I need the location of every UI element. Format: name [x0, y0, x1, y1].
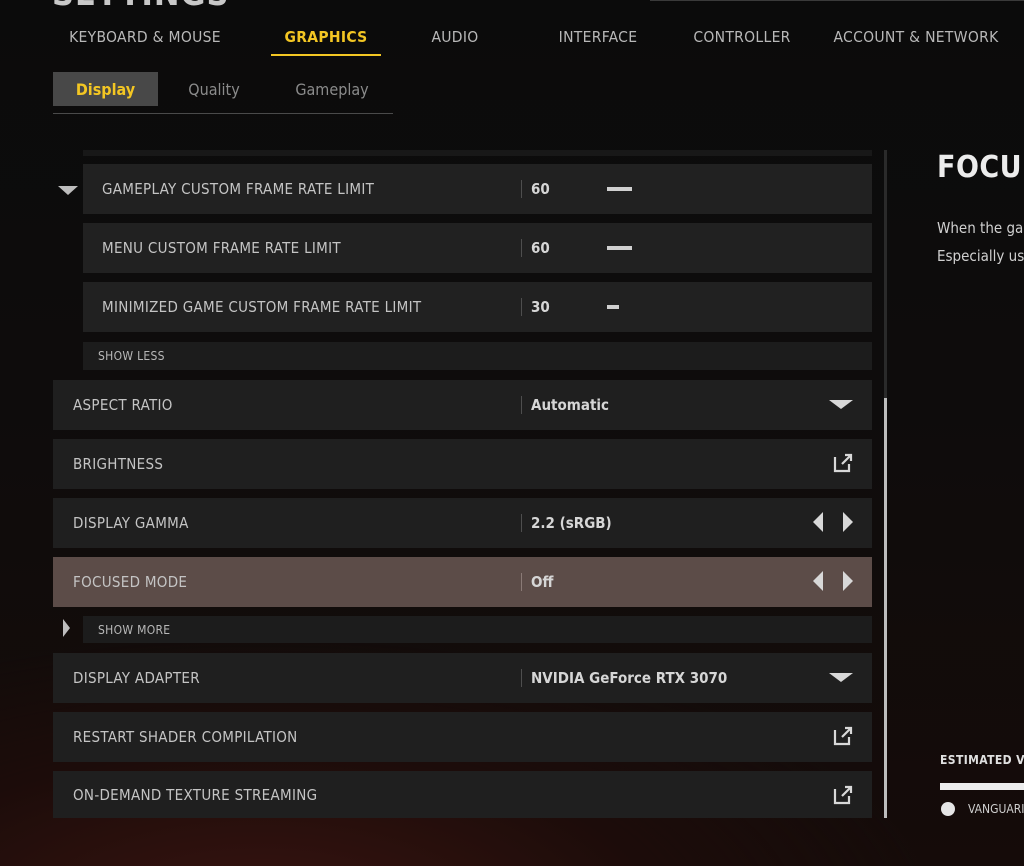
- setting-value: 30: [531, 298, 550, 316]
- setting-row-brightness[interactable]: BRIGHTNESS: [53, 439, 872, 489]
- setting-row-display-adapter[interactable]: DISPLAY ADAPTER: [53, 653, 872, 703]
- collapse-arrow-icon[interactable]: [58, 186, 78, 196]
- frame-limit-slider[interactable]: [607, 305, 619, 309]
- value-separator: [521, 573, 522, 591]
- setting-value: NVIDIA GeForce RTX 3070: [531, 669, 728, 687]
- arrow-left-icon[interactable]: [813, 512, 823, 532]
- value-separator: [521, 298, 522, 316]
- detail-description: When the ga Especially us: [937, 214, 1024, 270]
- setting-label: RESTART SHADER COMPILATION: [73, 728, 298, 746]
- tab-graphics[interactable]: GRAPHICS: [266, 24, 386, 50]
- value-separator: [521, 180, 522, 198]
- active-tab-underline: [271, 54, 381, 56]
- setting-row-gameplay-frame-limit[interactable]: GAMEPLAY CUSTOM FRAME RATE LIMIT: [83, 164, 872, 214]
- page-title: SETTINGS: [52, 0, 230, 14]
- setting-row-menu-frame-limit[interactable]: MENU CUSTOM FRAME RATE LIMIT: [83, 223, 872, 273]
- arrow-left-icon[interactable]: [813, 571, 823, 591]
- subtab-quality[interactable]: Quality: [166, 72, 262, 106]
- setting-label: ON-DEMAND TEXTURE STREAMING: [73, 785, 318, 804]
- tab-audio[interactable]: AUDIO: [412, 24, 498, 50]
- setting-row-aspect-ratio[interactable]: ASPECT RATIO: [53, 380, 872, 430]
- subtabs-divider: [53, 113, 393, 114]
- arrow-right-icon[interactable]: [843, 571, 853, 591]
- frame-limit-slider[interactable]: [607, 246, 632, 250]
- setting-label: DISPLAY GAMMA: [73, 514, 189, 532]
- setting-row-texture-streaming[interactable]: ON-DEMAND TEXTURE STREAMING: [53, 771, 872, 818]
- show-more-label: SHOW MORE: [98, 622, 171, 637]
- setting-row-focused-mode[interactable]: FOCUSED MODE: [53, 557, 872, 607]
- chevron-down-icon[interactable]: [829, 400, 853, 410]
- subtab-display[interactable]: Display: [53, 72, 158, 106]
- vram-legend-label: VANGUARI: [968, 802, 1024, 816]
- show-more-button[interactable]: SHOW MORE: [83, 616, 872, 643]
- detail-desc-line: Especially us: [937, 247, 1024, 265]
- detail-desc-line: When the ga: [937, 219, 1024, 237]
- tab-keyboard-mouse[interactable]: KEYBOARD & MOUSE: [53, 24, 237, 50]
- external-open-icon[interactable]: [833, 726, 853, 746]
- arrow-right-icon[interactable]: [843, 512, 853, 532]
- chevron-down-icon[interactable]: [829, 673, 853, 683]
- expand-arrow-icon[interactable]: [63, 619, 71, 637]
- external-open-icon[interactable]: [833, 785, 853, 805]
- setting-value: 2.2 (sRGB): [531, 514, 612, 532]
- header-divider: [650, 0, 1024, 1]
- value-separator: [521, 239, 522, 257]
- setting-label: BRIGHTNESS: [73, 455, 164, 473]
- vram-usage-bar: [940, 783, 1024, 790]
- frame-limit-slider[interactable]: [607, 187, 632, 191]
- list-top-edge: [83, 150, 872, 156]
- tab-account-network[interactable]: ACCOUNT & NETWORK: [830, 24, 1002, 50]
- tab-interface[interactable]: INTERFACE: [548, 24, 648, 50]
- tab-controller[interactable]: CONTROLLER: [686, 24, 798, 50]
- show-less-button[interactable]: SHOW LESS: [83, 342, 872, 370]
- vram-estimate-label: ESTIMATED VR: [940, 753, 1024, 767]
- setting-label: ASPECT RATIO: [73, 396, 173, 414]
- vram-legend-dot: [941, 802, 955, 816]
- show-less-label: SHOW LESS: [98, 349, 165, 363]
- value-separator: [521, 396, 522, 414]
- value-separator: [521, 514, 522, 532]
- subtab-gameplay[interactable]: Gameplay: [276, 72, 388, 106]
- setting-row-minimized-frame-limit[interactable]: MINIMIZED GAME CUSTOM FRAME RATE LIMIT: [83, 282, 872, 332]
- setting-value: 60: [531, 239, 550, 257]
- setting-value: Off: [531, 573, 554, 591]
- setting-label: FOCUSED MODE: [73, 573, 188, 591]
- setting-value: Automatic: [531, 396, 610, 414]
- external-open-icon[interactable]: [833, 453, 853, 473]
- setting-label: GAMEPLAY CUSTOM FRAME RATE LIMIT: [102, 180, 375, 198]
- setting-value: 60: [531, 180, 550, 198]
- value-separator: [521, 669, 522, 687]
- detail-title: FOCUS: [937, 150, 1024, 185]
- setting-label: DISPLAY ADAPTER: [73, 669, 200, 687]
- setting-label: MENU CUSTOM FRAME RATE LIMIT: [102, 239, 341, 257]
- setting-row-display-gamma[interactable]: DISPLAY GAMMA: [53, 498, 872, 548]
- setting-row-restart-shader[interactable]: RESTART SHADER COMPILATION: [53, 712, 872, 762]
- scrollbar-thumb[interactable]: [884, 398, 887, 818]
- setting-label: MINIMIZED GAME CUSTOM FRAME RATE LIMIT: [102, 298, 422, 316]
